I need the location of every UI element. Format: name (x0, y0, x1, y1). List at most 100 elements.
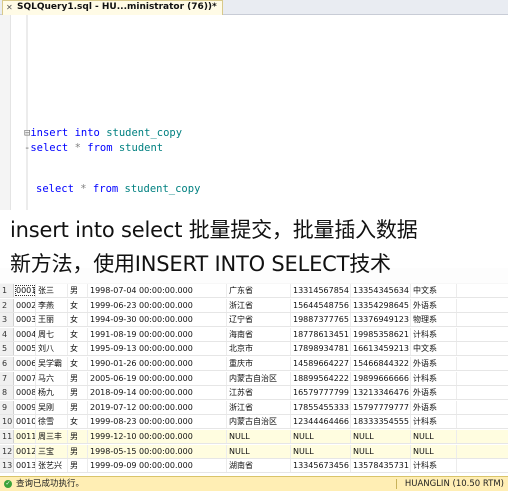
table-row[interactable]: 6 0006 吴学霸女 1990-01-26 00:00:00.000 重庆市 14589… (0, 357, 508, 371)
cell-gender[interactable]: 男 (68, 400, 88, 414)
cell-birth-date[interactable]: 2005-06-19 00:00:00.000 (88, 371, 227, 385)
sql-editor[interactable]: ⊟insert into student_copy -select * from … (0, 15, 508, 210)
cell-student-name[interactable]: 马六 (36, 371, 68, 385)
cell-gender[interactable]: 男 (68, 386, 88, 400)
query-tab[interactable]: ✕ SQLQuery1.sql - HU...ministrator (76))… (2, 0, 223, 15)
cell-department[interactable]: 计科系 (411, 415, 457, 429)
cell-phone[interactable]: 14589664227 (291, 357, 351, 370)
cell-birth-date[interactable]: 1999-06-23 00:00:00.000 (88, 298, 227, 312)
cell-phone-2[interactable]: 13213346476 (351, 386, 411, 400)
cell-department[interactable]: 计科系 (411, 327, 457, 341)
cell-phone[interactable]: 19887377765 (291, 313, 351, 327)
cell-department[interactable]: 外语系 (411, 298, 457, 312)
cell-phone[interactable]: NULL (291, 430, 351, 443)
cell-department[interactable]: 计科系 (411, 459, 457, 473)
table-row[interactable]: 10 0010 徐雪女 1999-08-23 00:00:00.000 内蒙古自治区 12… (0, 415, 508, 430)
cell-student-name[interactable]: 吴刚 (36, 400, 68, 414)
cell-birth-date[interactable]: 1990-01-26 00:00:00.000 (88, 357, 227, 370)
cell-province[interactable]: 内蒙古自治区 (227, 415, 291, 429)
cell-student-id[interactable]: 0005 (14, 342, 36, 356)
cell-birth-date[interactable]: 1995-09-13 00:00:00.000 (88, 342, 227, 356)
table-row[interactable]: 1 0001 张三男 1998-07-04 00:00:00.000 广东省 133145… (0, 284, 508, 298)
cell-birth-date[interactable]: 1994-09-30 00:00:00.000 (88, 313, 227, 327)
cell-row-number[interactable]: 13 (0, 459, 14, 473)
cell-student-name[interactable]: 张艺兴 (36, 459, 68, 473)
cell-gender[interactable]: 女 (68, 313, 88, 327)
cell-gender[interactable]: 女 (68, 298, 88, 312)
cell-province[interactable]: 北京市 (227, 342, 291, 356)
cell-phone[interactable]: 17855455333 (291, 400, 351, 414)
cell-phone-2[interactable]: 13578435731 (351, 459, 411, 473)
cell-student-name[interactable]: 三宝 (36, 444, 68, 458)
cell-student-name[interactable]: 王丽 (36, 313, 68, 327)
cell-row-number[interactable]: 5 (0, 342, 14, 356)
cell-gender[interactable]: 男 (68, 371, 88, 385)
cell-department[interactable]: 中文系 (411, 342, 457, 356)
cell-birth-date[interactable]: 2019-07-12 00:00:00.000 (88, 400, 227, 414)
cell-department[interactable]: 外语系 (411, 400, 457, 414)
cell-phone-2[interactable]: 19899666666 (351, 371, 411, 385)
cell-student-id[interactable]: 0009 (14, 400, 36, 414)
cell-row-number[interactable]: 1 (0, 284, 14, 297)
cell-gender[interactable]: 女 (68, 357, 88, 370)
cell-province[interactable]: 浙江省 (227, 298, 291, 312)
results-grid[interactable]: 1 0001 张三男 1998-07-04 00:00:00.000 广东省 133145… (0, 284, 508, 476)
table-row[interactable]: 2 0002 李燕女 1999-06-23 00:00:00.000 浙江省 156445… (0, 298, 508, 313)
cell-phone[interactable]: 16579777799 (291, 386, 351, 400)
cell-gender[interactable]: 女 (68, 415, 88, 429)
cell-student-id[interactable]: 0010 (14, 415, 36, 429)
cell-department[interactable]: NULL (411, 430, 457, 443)
cell-student-id[interactable]: 0003 (14, 313, 36, 327)
cell-department[interactable]: NULL (411, 444, 457, 458)
cell-student-name[interactable]: 徐雪 (36, 415, 68, 429)
table-row[interactable]: 3 0003 王丽女 1994-09-30 00:00:00.000 辽宁省 198873… (0, 313, 508, 328)
cell-row-number[interactable]: 12 (0, 444, 14, 458)
cell-student-id[interactable]: 0012 (14, 444, 36, 458)
cell-province[interactable]: 内蒙古自治区 (227, 371, 291, 385)
cell-province[interactable]: 广东省 (227, 284, 291, 297)
cell-gender[interactable]: 男 (68, 459, 88, 473)
cell-student-id[interactable]: 0011 (14, 430, 36, 443)
cell-student-name[interactable]: 周七 (36, 327, 68, 341)
cell-phone-2[interactable]: 19985358621 (351, 327, 411, 341)
table-row[interactable]: 11 0011 周三丰男 1999-12-10 00:00:00.000 NULL NUL… (0, 430, 508, 444)
cell-province[interactable]: 浙江省 (227, 400, 291, 414)
cell-phone-2[interactable]: 13376949123 (351, 313, 411, 327)
cell-birth-date[interactable]: 1998-07-04 00:00:00.000 (88, 284, 227, 297)
cell-phone-2[interactable]: NULL (351, 430, 411, 443)
cell-student-id[interactable]: 0004 (14, 327, 36, 341)
table-row[interactable]: 5 0005 刘八女 1995-09-13 00:00:00.000 北京市 178989… (0, 342, 508, 357)
cell-phone[interactable]: 13345673456 (291, 459, 351, 473)
cell-phone-2[interactable]: 13354298645 (351, 298, 411, 312)
cell-phone[interactable]: 17898934781 (291, 342, 351, 356)
cell-row-number[interactable]: 7 (0, 371, 14, 385)
cell-birth-date[interactable]: 1998-05-15 00:00:00.000 (88, 444, 227, 458)
cell-student-id[interactable]: 0013 (14, 459, 36, 473)
cell-province[interactable]: NULL (227, 444, 291, 458)
table-row[interactable]: 4 0004 周七女 1991-08-19 00:00:00.000 海南省 187786… (0, 327, 508, 342)
cell-province[interactable]: 辽宁省 (227, 313, 291, 327)
cell-province[interactable]: 海南省 (227, 327, 291, 341)
table-row[interactable]: 7 0007 马六男 2005-06-19 00:00:00.000 内蒙古自治区 188… (0, 371, 508, 386)
cell-student-name[interactable]: 张三 (36, 284, 68, 297)
cell-row-number[interactable]: 4 (0, 327, 14, 341)
cell-row-number[interactable]: 8 (0, 386, 14, 400)
cell-student-id[interactable]: 0001 (14, 284, 36, 297)
cell-student-id[interactable]: 0008 (14, 386, 36, 400)
cell-phone-2[interactable]: 16613459213 (351, 342, 411, 356)
cell-department[interactable]: 外语系 (411, 386, 457, 400)
cell-birth-date[interactable]: 1991-08-19 00:00:00.000 (88, 327, 227, 341)
cell-phone[interactable]: 13314567854 (291, 284, 351, 297)
cell-phone[interactable]: 18778613451 (291, 327, 351, 341)
cell-gender[interactable]: 女 (68, 327, 88, 341)
cell-gender[interactable]: 女 (68, 342, 88, 356)
cell-phone[interactable]: NULL (291, 444, 351, 458)
cell-phone-2[interactable]: 15466844322 (351, 357, 411, 370)
close-tab-icon[interactable]: ✕ (6, 1, 13, 14)
cell-phone-2[interactable]: NULL (351, 444, 411, 458)
cell-student-id[interactable]: 0002 (14, 298, 36, 312)
cell-student-name[interactable]: 李燕 (36, 298, 68, 312)
cell-department[interactable]: 外语系 (411, 357, 457, 370)
cell-student-id[interactable]: 0006 (14, 357, 36, 370)
cell-birth-date[interactable]: 1999-08-23 00:00:00.000 (88, 415, 227, 429)
